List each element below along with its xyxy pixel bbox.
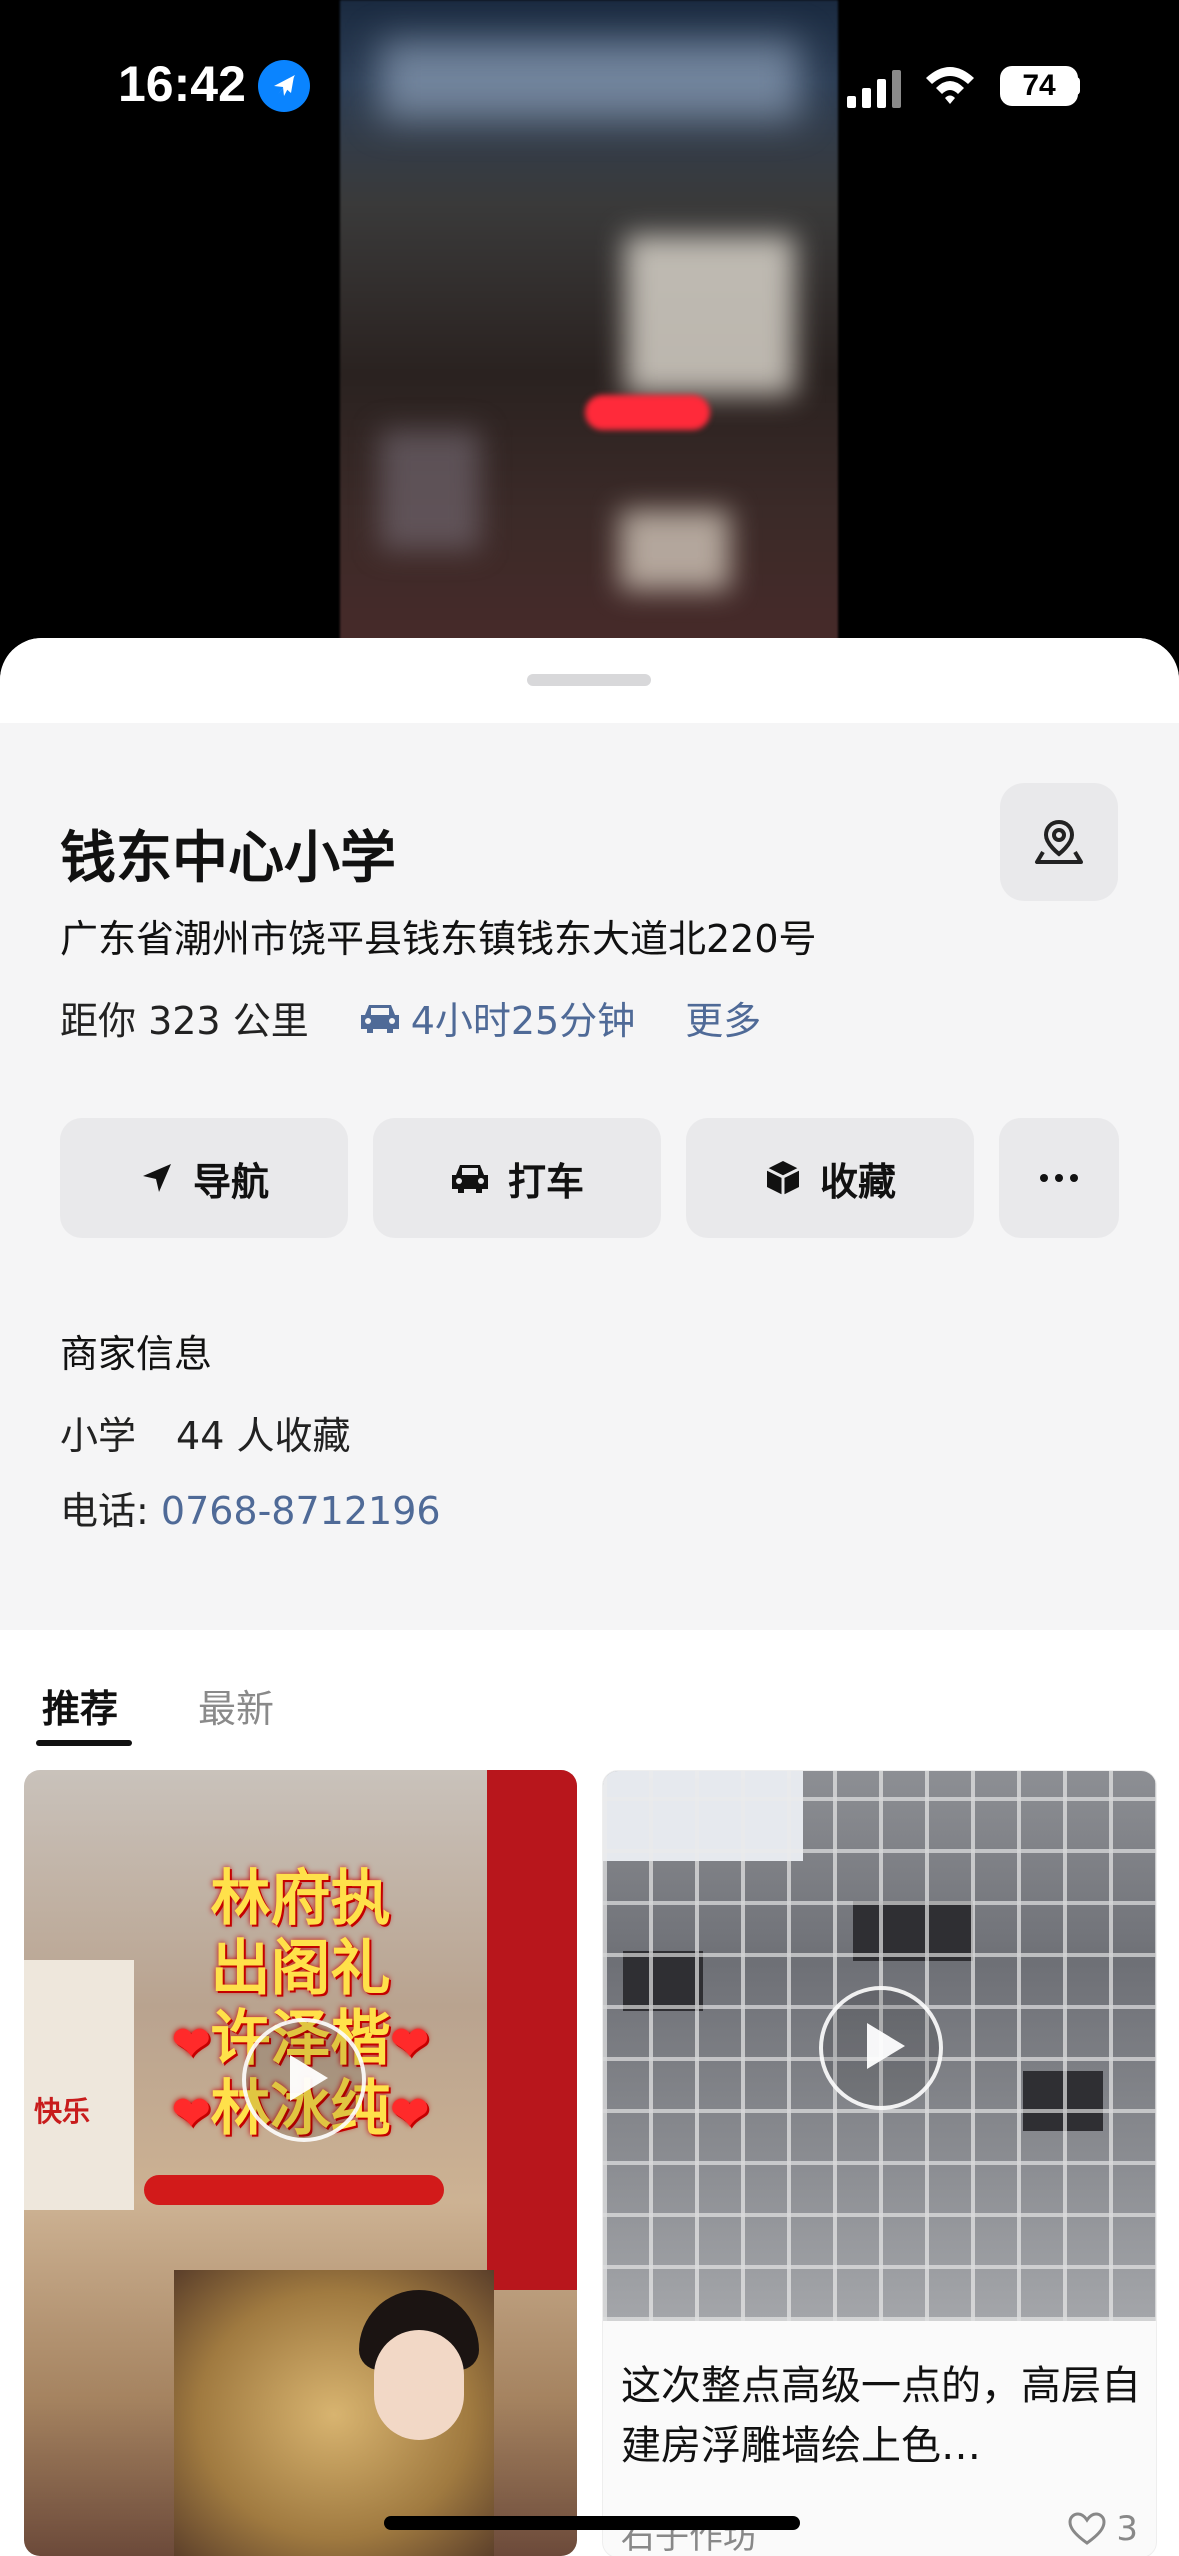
- wifi-icon: [926, 67, 974, 104]
- tab-latest[interactable]: 最新: [198, 1678, 274, 1733]
- taxi-label: 打车: [507, 1159, 584, 1204]
- more-routes-link[interactable]: 更多: [685, 990, 761, 1045]
- battery-icon: 74: [1000, 66, 1078, 106]
- phone-label: 电话:: [60, 1489, 161, 1533]
- like-count: 3: [1116, 2509, 1138, 2549]
- battery-tip: [1074, 77, 1080, 95]
- navigate-button[interactable]: 导航: [60, 1118, 348, 1238]
- heart-icon: ❤: [171, 2086, 211, 2140]
- cellular-signal-icon: [847, 70, 901, 108]
- card-title: 这次整点高级一点的，高层自建房浮雕墙绘上色…: [621, 2363, 1141, 2469]
- home-indicator[interactable]: [384, 2516, 800, 2530]
- heart-outline-icon: [1068, 2512, 1106, 2545]
- distance-text: 距你 323 公里: [60, 999, 309, 1043]
- drive-time-link[interactable]: 4小时25分钟: [359, 990, 636, 1045]
- active-tab-indicator: [36, 1740, 132, 1746]
- merchant-meta: 小学 44 人收藏: [60, 1405, 390, 1460]
- taxi-icon: [451, 1165, 488, 1193]
- car-icon: [360, 1004, 399, 1033]
- feed-card-video-1[interactable]: 快乐 林府执 出阁礼 ❤许泽楷❤ ❤林冰纯❤: [24, 1770, 577, 2556]
- heart-icon: ❤: [390, 2086, 430, 2140]
- play-icon[interactable]: [819, 1986, 943, 2110]
- drive-time-text: 4小时25分钟: [410, 999, 636, 1043]
- box-icon: [766, 1161, 800, 1195]
- drag-handle[interactable]: [527, 674, 651, 686]
- place-address: 广东省潮州市饶平县钱东镇钱东大道北220号: [60, 917, 817, 961]
- status-time: 16:42: [118, 56, 246, 112]
- feed-card-video-2[interactable]: 这次整点高级一点的，高层自建房浮雕墙绘上色… 石子作坊 3: [602, 1770, 1157, 2556]
- location-arrow-icon: [258, 60, 310, 112]
- merchant-favorites: 44 人收藏: [176, 1414, 351, 1458]
- map-pin-icon: [1035, 819, 1083, 864]
- video-blur-person: [625, 235, 795, 395]
- merchant-phone: 电话: 0768-8712196: [60, 1480, 441, 1535]
- map-pin-button[interactable]: [1000, 783, 1118, 901]
- video-blur-feet: [620, 510, 730, 590]
- play-icon[interactable]: [242, 2018, 366, 2142]
- video-thumbnail: [603, 1771, 1156, 2321]
- phone-number-link[interactable]: 0768-8712196: [161, 1489, 441, 1533]
- merchant-category: 小学: [60, 1414, 137, 1458]
- navigate-label: 导航: [192, 1159, 269, 1204]
- content-feed: 推荐 最新 快乐 林府执 出阁礼 ❤许泽楷❤ ❤林冰纯❤ 这次整点高级一点的，高…: [0, 1630, 1179, 2556]
- red-ribbon: [144, 2175, 444, 2205]
- distance-row: 距你 323 公里 4小时25分钟 更多: [60, 990, 761, 1045]
- video-blur-red: [585, 395, 710, 430]
- action-bar: 导航 打车 收藏: [60, 1118, 1119, 1238]
- video-blur-dark: [380, 430, 480, 550]
- taxi-button[interactable]: 打车: [373, 1118, 661, 1238]
- tab-recommended[interactable]: 推荐: [42, 1678, 118, 1733]
- more-actions-button[interactable]: [999, 1118, 1119, 1238]
- place-detail-sheet[interactable]: 钱东中心小学 广东省潮州市饶平县钱东镇钱东大道北220号 距你 323 公里 4…: [0, 638, 1179, 2556]
- merchant-info-heading: 商家信息: [60, 1332, 213, 1376]
- navigation-arrow-icon: [142, 1164, 171, 1192]
- more-dots-icon: [1040, 1174, 1078, 1182]
- place-title: 钱东中心小学: [60, 826, 396, 891]
- favorite-label: 收藏: [819, 1159, 896, 1204]
- status-bar: 16:42 74: [0, 0, 1179, 170]
- thumbnail-face: [374, 2330, 464, 2440]
- like-button[interactable]: 3: [1068, 2509, 1138, 2549]
- favorite-button[interactable]: 收藏: [686, 1118, 974, 1238]
